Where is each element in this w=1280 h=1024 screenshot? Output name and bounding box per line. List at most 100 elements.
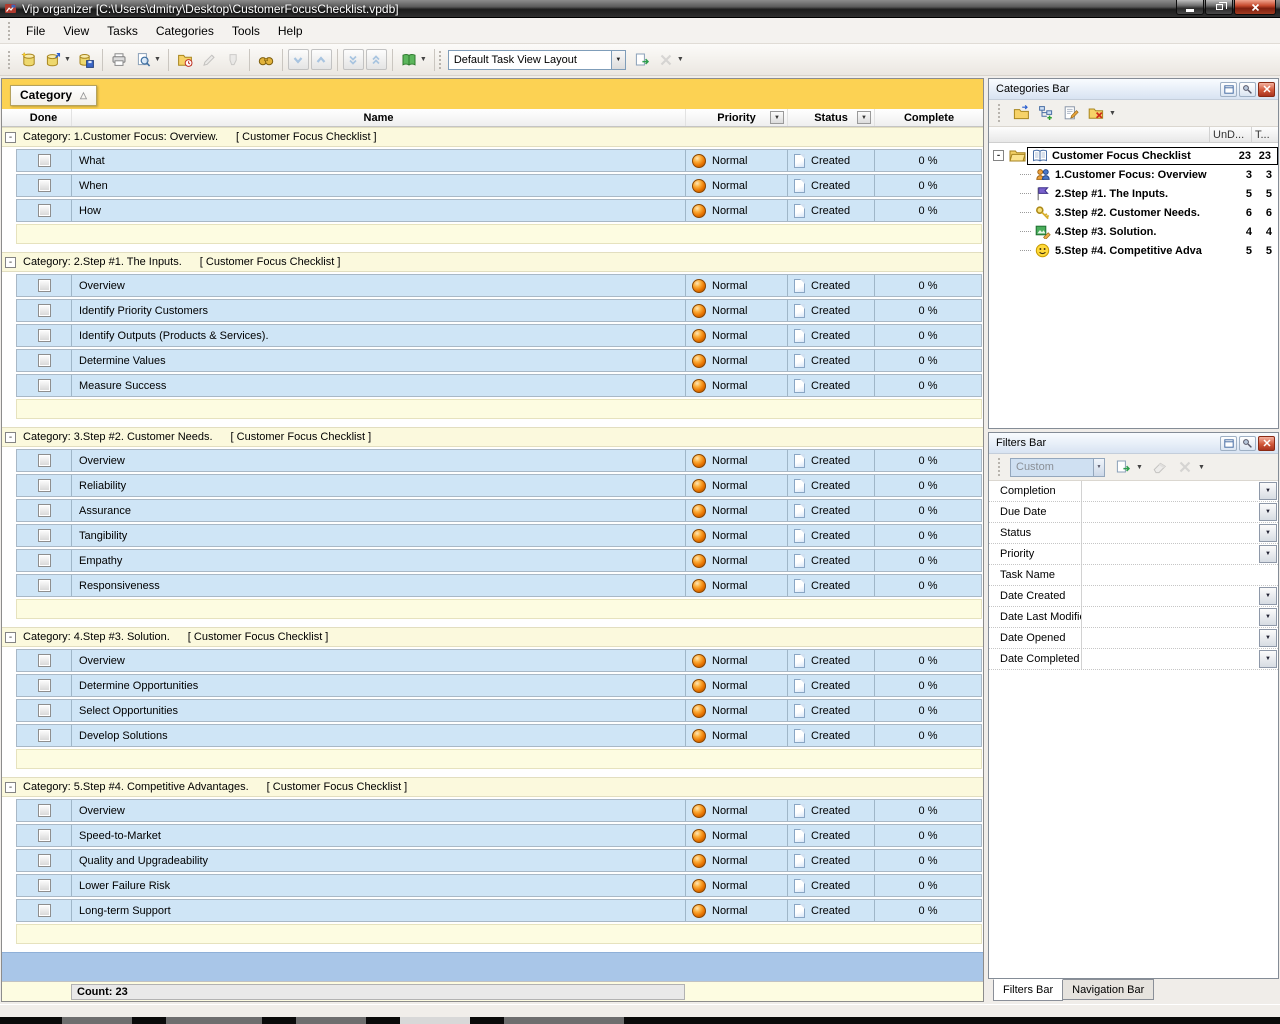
task-row[interactable]: Long-term SupportNormalCreated0 % bbox=[16, 899, 982, 922]
column-header-complete[interactable]: Complete bbox=[875, 109, 983, 126]
new-task-button[interactable] bbox=[173, 48, 197, 72]
open-database-dropdown[interactable]: ▼ bbox=[64, 56, 71, 63]
task-done-checkbox[interactable] bbox=[38, 879, 51, 892]
filter-value-field[interactable] bbox=[1082, 544, 1258, 564]
menu-view[interactable]: View bbox=[54, 20, 98, 42]
delete-layout-button[interactable] bbox=[654, 48, 678, 72]
categories-close-button[interactable] bbox=[1258, 82, 1275, 97]
filters-restore-button[interactable] bbox=[1220, 436, 1237, 451]
filter-dropdown-button[interactable]: ▼ bbox=[1259, 629, 1277, 647]
filter-value-field[interactable] bbox=[1082, 586, 1258, 606]
column-header-name[interactable]: Name bbox=[72, 109, 686, 126]
task-done-checkbox[interactable] bbox=[38, 379, 51, 392]
new-task-row[interactable] bbox=[16, 599, 982, 619]
filter-value-field[interactable] bbox=[1082, 565, 1278, 585]
task-done-checkbox[interactable] bbox=[38, 804, 51, 817]
column-header-priority[interactable]: Priority ▼ bbox=[686, 109, 788, 126]
categories-toolbar-options[interactable]: ▼ bbox=[1109, 110, 1116, 117]
collapse-icon[interactable]: - bbox=[5, 632, 16, 643]
task-row[interactable]: Quality and UpgradeabilityNormalCreated0… bbox=[16, 849, 982, 872]
task-done-checkbox[interactable] bbox=[38, 154, 51, 167]
minimize-button[interactable] bbox=[1176, 0, 1204, 15]
collapse-icon[interactable]: - bbox=[5, 132, 16, 143]
delete-filter-button[interactable] bbox=[1174, 456, 1196, 478]
group-header[interactable]: -Category: 5.Step #4. Competitive Advant… bbox=[2, 777, 983, 797]
task-row[interactable]: OverviewNormalCreated0 % bbox=[16, 649, 982, 672]
task-done-checkbox[interactable] bbox=[38, 904, 51, 917]
category-tree-item[interactable]: 1.Customer Focus: Overview33 bbox=[989, 165, 1278, 184]
column-header-status[interactable]: Status ▼ bbox=[788, 109, 875, 126]
task-done-checkbox[interactable] bbox=[38, 579, 51, 592]
task-done-checkbox[interactable] bbox=[38, 354, 51, 367]
edit-category-button[interactable] bbox=[1060, 102, 1082, 124]
clear-filter-button[interactable] bbox=[1149, 456, 1171, 478]
print-preview-button[interactable] bbox=[131, 48, 155, 72]
task-row[interactable]: Speed-to-MarketNormalCreated0 % bbox=[16, 824, 982, 847]
categories-restore-button[interactable] bbox=[1220, 82, 1237, 97]
move-up-button[interactable] bbox=[311, 49, 332, 70]
edit-task-button[interactable] bbox=[197, 48, 221, 72]
tab-navigation-bar[interactable]: Navigation Bar bbox=[1063, 979, 1154, 1000]
task-row[interactable]: OverviewNormalCreated0 % bbox=[16, 799, 982, 822]
collapse-icon[interactable]: - bbox=[993, 150, 1004, 161]
find-task-button[interactable] bbox=[254, 48, 278, 72]
menu-categories[interactable]: Categories bbox=[147, 20, 223, 42]
task-done-checkbox[interactable] bbox=[38, 529, 51, 542]
filter-dropdown-button[interactable]: ▼ bbox=[1259, 587, 1277, 605]
group-header[interactable]: -Category: 4.Step #3. Solution.[ Custome… bbox=[2, 627, 983, 647]
task-row[interactable]: AssuranceNormalCreated0 % bbox=[16, 499, 982, 522]
new-database-button[interactable] bbox=[17, 48, 41, 72]
collapse-icon[interactable]: - bbox=[5, 782, 16, 793]
new-task-row[interactable] bbox=[16, 224, 982, 244]
task-done-checkbox[interactable] bbox=[38, 479, 51, 492]
column-header-done[interactable]: Done bbox=[16, 109, 72, 126]
toolbar-options-dropdown[interactable]: ▼ bbox=[677, 56, 684, 63]
new-category-button[interactable] bbox=[1010, 102, 1032, 124]
filter-value-field[interactable] bbox=[1082, 502, 1258, 522]
move-down-button[interactable] bbox=[288, 49, 309, 70]
taskbar-item[interactable] bbox=[166, 1017, 262, 1024]
task-row[interactable]: ResponsivenessNormalCreated0 % bbox=[16, 574, 982, 597]
task-row[interactable]: Develop SolutionsNormalCreated0 % bbox=[16, 724, 982, 747]
save-database-button[interactable] bbox=[74, 48, 98, 72]
task-row[interactable]: Measure SuccessNormalCreated0 % bbox=[16, 374, 982, 397]
new-task-row[interactable] bbox=[16, 749, 982, 769]
filter-preset-combo[interactable]: Custom ▼ bbox=[1010, 458, 1105, 477]
task-row[interactable]: Identify Priority CustomersNormalCreated… bbox=[16, 299, 982, 322]
task-row[interactable]: Select OpportunitiesNormalCreated0 % bbox=[16, 699, 982, 722]
task-done-checkbox[interactable] bbox=[38, 454, 51, 467]
restore-button[interactable] bbox=[1205, 0, 1233, 15]
filter-value-field[interactable] bbox=[1082, 649, 1258, 669]
delete-category-button[interactable] bbox=[1085, 102, 1107, 124]
group-header[interactable]: -Category: 1.Customer Focus: Overview.[ … bbox=[2, 127, 983, 147]
category-tree-root[interactable]: - Customer Focus Checklist 23 23 bbox=[989, 146, 1278, 165]
filter-dropdown-button[interactable]: ▼ bbox=[1259, 650, 1277, 668]
task-done-checkbox[interactable] bbox=[38, 729, 51, 742]
category-tree-item[interactable]: 2.Step #1. The Inputs.55 bbox=[989, 184, 1278, 203]
task-row[interactable]: Lower Failure RiskNormalCreated0 % bbox=[16, 874, 982, 897]
task-done-checkbox[interactable] bbox=[38, 179, 51, 192]
task-done-checkbox[interactable] bbox=[38, 654, 51, 667]
group-by-category-button[interactable]: Category △ bbox=[10, 85, 97, 106]
collapse-icon[interactable]: - bbox=[5, 257, 16, 268]
filter-preset-dropdown[interactable]: ▼ bbox=[1093, 459, 1104, 476]
move-top-button[interactable] bbox=[366, 49, 387, 70]
filters-pin-button[interactable] bbox=[1239, 436, 1256, 451]
move-bottom-button[interactable] bbox=[343, 49, 364, 70]
filter-value-field[interactable] bbox=[1082, 481, 1258, 501]
layout-combo-dropdown[interactable]: ▼ bbox=[611, 51, 625, 69]
filters-toolbar-options[interactable]: ▼ bbox=[1198, 464, 1205, 471]
task-done-checkbox[interactable] bbox=[38, 204, 51, 217]
task-row[interactable]: Determine ValuesNormalCreated0 % bbox=[16, 349, 982, 372]
filters-close-button[interactable] bbox=[1258, 436, 1275, 451]
menu-tools[interactable]: Tools bbox=[223, 20, 269, 42]
task-row[interactable]: OverviewNormalCreated0 % bbox=[16, 449, 982, 472]
task-done-checkbox[interactable] bbox=[38, 279, 51, 292]
group-header[interactable]: -Category: 2.Step #1. The Inputs.[ Custo… bbox=[2, 252, 983, 272]
filter-value-field[interactable] bbox=[1082, 607, 1258, 627]
task-row[interactable]: EmpathyNormalCreated0 % bbox=[16, 549, 982, 572]
taskbar-item[interactable] bbox=[504, 1017, 624, 1024]
apply-filter-button[interactable] bbox=[1112, 456, 1134, 478]
new-task-row[interactable] bbox=[16, 924, 982, 944]
task-done-checkbox[interactable] bbox=[38, 854, 51, 867]
